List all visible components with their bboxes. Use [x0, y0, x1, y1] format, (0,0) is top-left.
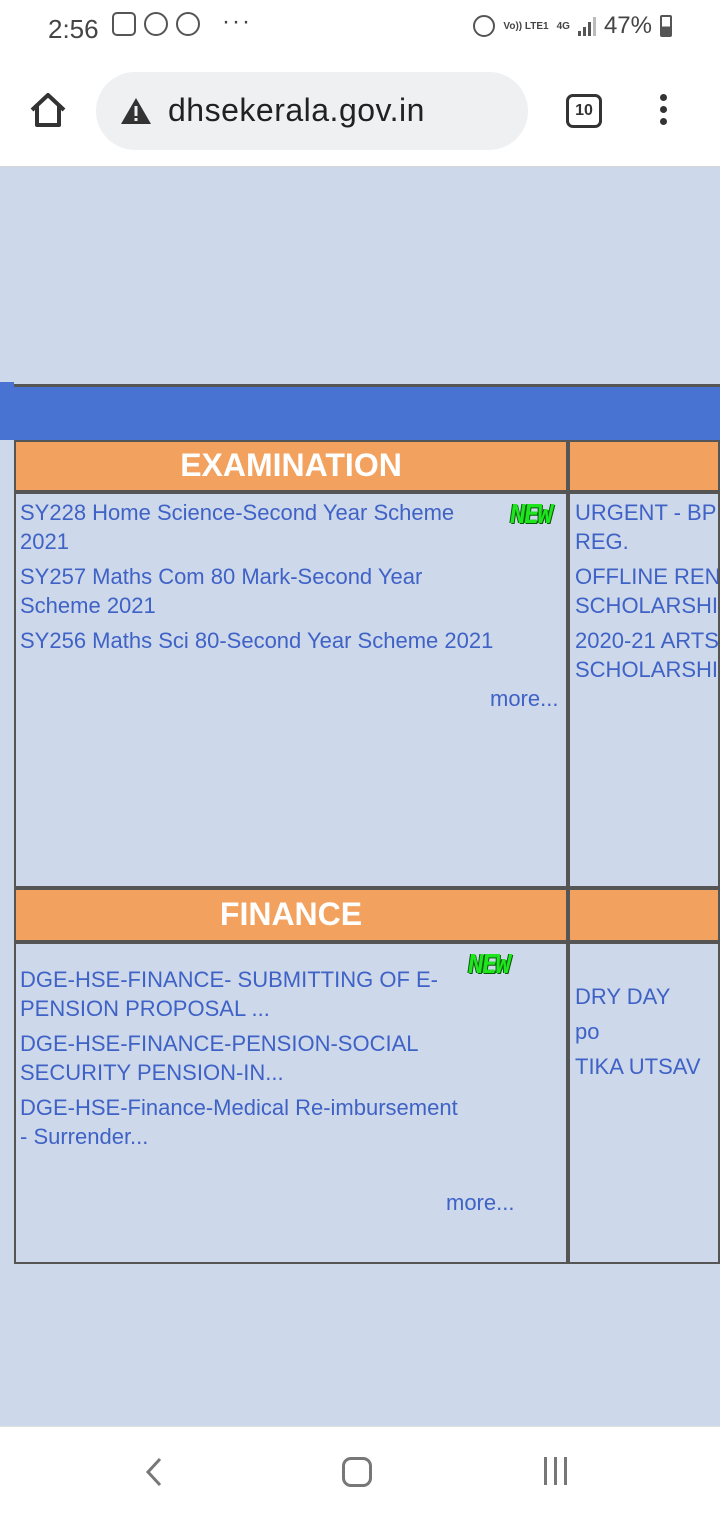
finance-header: FINANCE	[14, 888, 568, 942]
exam-link-3[interactable]: SY256 Maths Sci 80-Second Year Scheme 20…	[20, 626, 498, 655]
system-navigation-bar	[0, 1426, 720, 1521]
events-link-3[interactable]: TIKA UTSAV	[575, 1052, 718, 1081]
home-icon	[30, 93, 66, 127]
examination-title: EXAMINATION	[180, 447, 402, 483]
browser-toolbar: dhsekerala.gov.in 10	[0, 58, 720, 167]
events-panel: DRY DAY po TIKA UTSAV	[568, 942, 720, 1264]
signal-icon	[577, 16, 596, 36]
menu-dot-icon	[659, 106, 667, 113]
finance-more-link[interactable]: more...	[446, 1190, 514, 1216]
address-bar[interactable]: dhsekerala.gov.in	[96, 72, 528, 150]
screen-capture-icon	[144, 12, 168, 36]
network-type: 4G	[556, 20, 570, 32]
scholarship-link-2[interactable]: OFFLINE REN SCHOLARSHI	[575, 562, 718, 620]
web-page: EXAMINATION SY228 Home Science-Second Ye…	[0, 167, 720, 1424]
side-accent	[0, 382, 14, 440]
browser-menu-button[interactable]	[656, 94, 670, 130]
battery-percent: 47%	[603, 12, 652, 39]
app-notification-icon	[176, 12, 200, 36]
battery-icon	[660, 15, 672, 37]
scholarship-header	[568, 440, 720, 492]
examination-more-link[interactable]: more...	[490, 686, 558, 712]
url-text[interactable]: dhsekerala.gov.in	[168, 92, 425, 129]
home-nav-icon[interactable]	[342, 1457, 372, 1487]
gallery-icon	[112, 12, 136, 36]
finance-link-3[interactable]: DGE-HSE-Finance-Medical Re-imbursement -…	[20, 1093, 468, 1151]
examination-header: EXAMINATION	[14, 440, 568, 492]
new-badge: NEW	[507, 500, 554, 530]
alarm-icon	[473, 15, 496, 37]
recent-apps-icon[interactable]	[544, 1457, 567, 1485]
events-header	[568, 888, 720, 942]
not-secure-warning-icon[interactable]	[120, 96, 152, 126]
exam-link-1[interactable]: SY228 Home Science-Second Year Scheme 20…	[20, 498, 498, 556]
back-icon[interactable]	[144, 1457, 164, 1487]
finance-link-1[interactable]: DGE-HSE-FINANCE- SUBMITTING OF E-PENSION…	[20, 965, 468, 1023]
home-button[interactable]	[26, 88, 70, 132]
events-link-1[interactable]: DRY DAY	[575, 982, 718, 1011]
status-bar: 2:56 ··· Vo)) LTE1 4G 47%	[0, 0, 720, 58]
more-notifications-icon: ···	[222, 8, 252, 35]
header-band	[14, 384, 720, 441]
scholarship-panel: URGENT - BP REG. OFFLINE REN SCHOLARSHI …	[568, 492, 720, 888]
finance-link-2[interactable]: DGE-HSE-FINANCE-PENSION-SOCIAL SECURITY …	[20, 1029, 468, 1087]
exam-link-2[interactable]: SY257 Maths Com 80 Mark-Second Year Sche…	[20, 562, 498, 620]
volte-indicator: Vo)) LTE1	[503, 20, 549, 32]
events-link-2[interactable]: po	[575, 1017, 718, 1046]
menu-dot-icon	[659, 94, 667, 101]
notification-icons	[112, 12, 200, 36]
tab-switcher-button[interactable]: 10	[566, 94, 602, 128]
scholarship-link-1[interactable]: URGENT - BP REG.	[575, 498, 718, 556]
menu-dot-icon	[659, 118, 667, 125]
status-time: 2:56	[48, 14, 99, 44]
system-icons: Vo)) LTE1 4G 47%	[473, 12, 672, 40]
scholarship-link-3[interactable]: 2020-21 ARTS SCHOLARSHI	[575, 626, 718, 684]
examination-panel: SY228 Home Science-Second Year Scheme 20…	[14, 492, 568, 888]
finance-panel: DGE-HSE-FINANCE- SUBMITTING OF E-PENSION…	[14, 942, 568, 1264]
finance-title: FINANCE	[219, 896, 363, 932]
new-badge: NEW	[465, 950, 512, 980]
